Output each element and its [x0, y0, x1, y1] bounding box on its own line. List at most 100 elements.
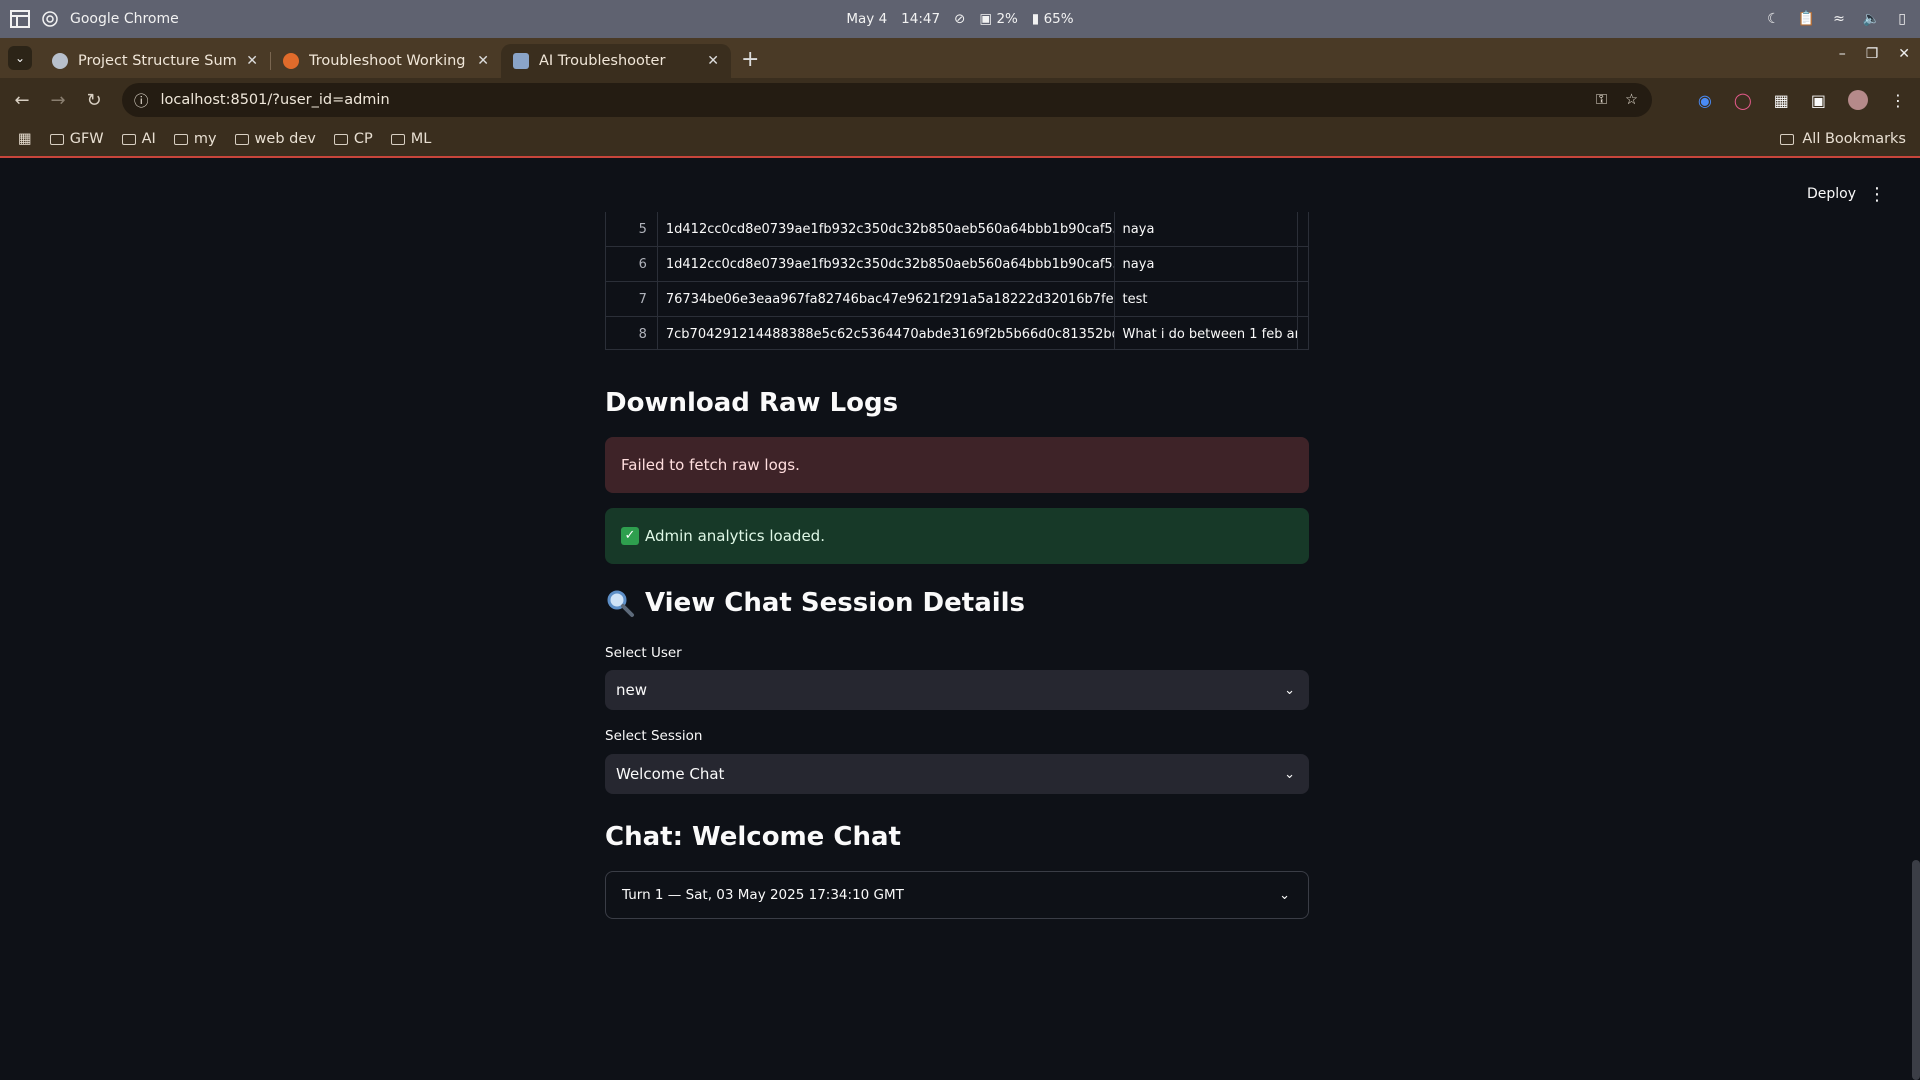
- cpu-value: 2%: [996, 11, 1018, 27]
- close-tab-icon[interactable]: ✕: [246, 53, 258, 69]
- tab-favicon-icon: [283, 53, 299, 69]
- bookmark-folder-web-dev[interactable]: web dev: [234, 131, 316, 147]
- extensions-puzzle-icon[interactable]: ▦: [1774, 91, 1789, 110]
- select-session-value: Welcome Chat: [616, 765, 725, 783]
- chevron-down-icon: ⌄: [1279, 887, 1290, 903]
- folder-icon: [234, 133, 249, 145]
- bookmark-folder-cp[interactable]: CP: [333, 131, 373, 147]
- turn-label: Turn 1 — Sat, 03 May 2025 17:34:10 GMT: [622, 887, 904, 903]
- check-mark-icon: ✓: [621, 527, 639, 545]
- extension-color-icon[interactable]: ◯: [1734, 91, 1752, 110]
- deploy-button[interactable]: Deploy: [1807, 186, 1856, 202]
- folder-icon: [49, 133, 64, 145]
- media-router-icon[interactable]: ▣: [1811, 91, 1826, 110]
- os-top-bar: Google Chrome May 4 14:47 ⊘ ▣ 2% ▮ 65% ☾…: [0, 0, 1920, 38]
- close-tab-icon[interactable]: ✕: [477, 53, 489, 69]
- chat-heading: Chat: Welcome Chat: [605, 822, 901, 852]
- bookmark-folder-my[interactable]: my: [173, 131, 217, 147]
- turn-expander[interactable]: Turn 1 — Sat, 03 May 2025 17:34:10 GMT ⌄: [605, 871, 1309, 919]
- close-tab-icon[interactable]: ✕: [707, 53, 719, 69]
- session-id-cell[interactable]: 1d412cc0cd8e0739ae1fb932c350dc32b850aeb5…: [658, 212, 1115, 246]
- table-row: 6 1d412cc0cd8e0739ae1fb932c350dc32b850ae…: [606, 247, 1308, 282]
- password-key-icon[interactable]: ⚿: [1596, 92, 1607, 108]
- table-row: 5 1d412cc0cd8e0739ae1fb932c350dc32b850ae…: [606, 212, 1308, 247]
- tab-strip: ⌄ Project Structure Summ ✕ Troubleshoot …: [0, 38, 1920, 78]
- site-info-icon[interactable]: ⓘ: [134, 90, 149, 111]
- user-cell[interactable]: naya: [1115, 247, 1299, 281]
- success-message: Admin analytics loaded.: [645, 527, 825, 545]
- truncated-cell: [1298, 282, 1308, 316]
- bookmark-label: CP: [353, 131, 373, 147]
- os-date[interactable]: May 4: [846, 11, 887, 27]
- toolbar: ← → ↻ ⓘ localhost:8501/?user_id=admin ⚿ …: [0, 78, 1920, 122]
- row-index: 8: [606, 317, 658, 349]
- battery-icon[interactable]: ▯: [1898, 11, 1906, 27]
- all-bookmarks-button[interactable]: All Bookmarks: [1780, 131, 1906, 147]
- error-alert: Failed to fetch raw logs.: [605, 437, 1309, 493]
- clipboard-icon[interactable]: 📋: [1798, 11, 1815, 27]
- chrome-icon: [42, 11, 58, 27]
- os-time[interactable]: 14:47: [901, 11, 940, 27]
- apps-grid-icon[interactable]: ▦: [18, 131, 32, 147]
- tab-ai-troubleshooter[interactable]: AI Troubleshooter ✕: [501, 44, 731, 78]
- select-session-dropdown[interactable]: Welcome Chat ⌄: [605, 754, 1309, 794]
- row-index: 5: [606, 212, 658, 246]
- bookmarks-bar: ▦ GFW AI my web dev CP ML All Bookmarks: [0, 122, 1920, 158]
- truncated-cell: [1298, 317, 1308, 349]
- bookmark-folder-gfw[interactable]: GFW: [49, 131, 104, 147]
- robot-favicon-icon: [513, 53, 529, 69]
- user-cell[interactable]: naya: [1115, 212, 1299, 246]
- activities-icon[interactable]: [10, 10, 30, 28]
- night-mode-icon[interactable]: ☾: [1767, 11, 1780, 27]
- folder-icon: [1780, 133, 1795, 145]
- row-index: 7: [606, 282, 658, 316]
- session-id-cell[interactable]: 76734be06e3eaa967fa82746bac47e9621f291a5…: [658, 282, 1115, 316]
- row-index: 6: [606, 247, 658, 281]
- folder-icon: [390, 133, 405, 145]
- volume-icon[interactable]: 🔈: [1863, 11, 1880, 27]
- app-content: Deploy ⋮ 5 1d412cc0cd8e0739ae1fb932c350d…: [0, 160, 1920, 1080]
- table-row: 8 7cb704291214488388e5c62c5364470abde316…: [606, 317, 1308, 349]
- download-logs-heading: Download Raw Logs: [605, 388, 899, 418]
- table-row: 7 76734be06e3eaa967fa82746bac47e9621f291…: [606, 282, 1308, 317]
- tab-project-structure[interactable]: Project Structure Summ ✕: [40, 44, 270, 78]
- sessions-table[interactable]: 5 1d412cc0cd8e0739ae1fb932c350dc32b850ae…: [605, 212, 1309, 350]
- magnifier-icon: [607, 590, 634, 617]
- page-scrollbar[interactable]: [1912, 860, 1920, 1080]
- forward-arrow-icon[interactable]: →: [40, 90, 76, 111]
- bookmark-folder-ml[interactable]: ML: [390, 131, 431, 147]
- select-user-label: Select User: [605, 645, 682, 661]
- user-cell[interactable]: test: [1115, 282, 1299, 316]
- back-arrow-icon[interactable]: ←: [4, 90, 40, 111]
- tab-search-chevron-icon[interactable]: ⌄: [8, 46, 32, 70]
- bookmark-folder-ai[interactable]: AI: [121, 131, 156, 147]
- session-id-cell[interactable]: 1d412cc0cd8e0739ae1fb932c350dc32b850aeb5…: [658, 247, 1115, 281]
- restore-icon[interactable]: ❐: [1866, 46, 1879, 62]
- close-window-icon[interactable]: ✕: [1898, 46, 1910, 62]
- url-text[interactable]: localhost:8501/?user_id=admin: [161, 92, 390, 108]
- chrome-menu-icon[interactable]: ⋮: [1890, 91, 1906, 110]
- profile-avatar[interactable]: [1848, 90, 1868, 110]
- folder-icon: [173, 133, 188, 145]
- main-menu-icon[interactable]: ⋮: [1868, 184, 1886, 205]
- truncated-cell: [1298, 247, 1308, 281]
- select-session-label: Select Session: [605, 728, 703, 744]
- cpu-indicator: ▣ 2%: [979, 11, 1018, 27]
- user-cell[interactable]: What i do between 1 feb and 1(: [1115, 317, 1299, 349]
- session-id-cell[interactable]: 7cb704291214488388e5c62c5364470abde3169f…: [658, 317, 1115, 349]
- new-tab-plus-icon[interactable]: +: [741, 47, 759, 72]
- bookmark-label: my: [193, 131, 217, 147]
- address-bar[interactable]: ⓘ localhost:8501/?user_id=admin ⚿ ☆: [122, 83, 1652, 117]
- battery-indicator: ▮ 65%: [1031, 11, 1074, 27]
- reload-icon[interactable]: ↻: [76, 90, 112, 111]
- wifi-icon[interactable]: ≈: [1833, 11, 1845, 27]
- minimize-icon[interactable]: –: [1839, 46, 1846, 62]
- tab-troubleshoot[interactable]: Troubleshoot Working w ✕: [271, 44, 501, 78]
- select-user-dropdown[interactable]: new ⌄: [605, 670, 1309, 710]
- os-app-name[interactable]: Google Chrome: [70, 11, 179, 27]
- chevron-down-icon: ⌄: [1284, 682, 1295, 698]
- bookmark-star-icon[interactable]: ☆: [1625, 92, 1638, 108]
- truncated-cell: [1298, 212, 1308, 246]
- extension-blue-icon[interactable]: ◉: [1698, 91, 1712, 110]
- view-session-heading-row: View Chat Session Details: [605, 588, 1025, 618]
